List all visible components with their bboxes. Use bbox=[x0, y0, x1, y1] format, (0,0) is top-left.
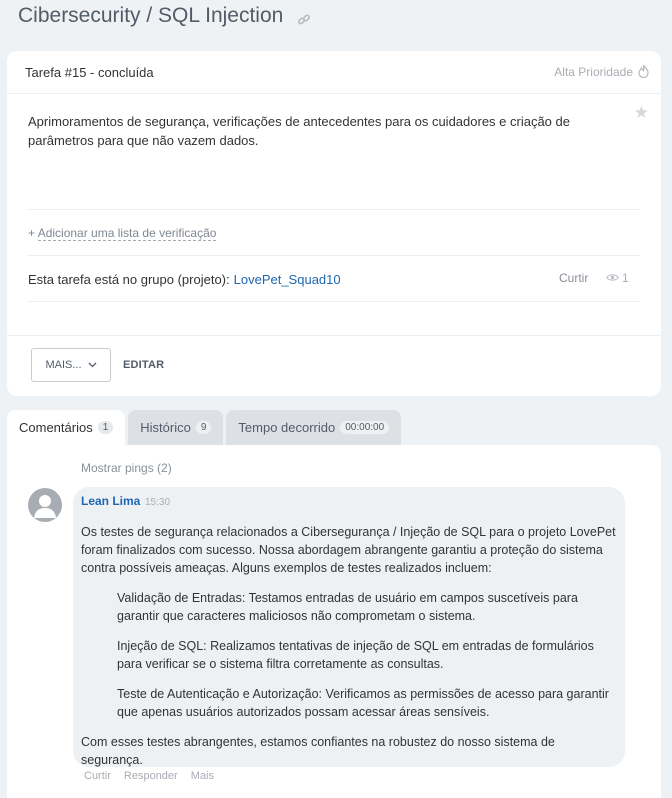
task-card: Tarefa #15 - concluída Alta Prioridade ★… bbox=[7, 51, 661, 396]
link-icon[interactable] bbox=[297, 9, 311, 25]
comment-text: Os testes de segurança relacionados a Ci… bbox=[81, 523, 617, 781]
comment-bubble: Lean Lima 15:30 Os testes de segurança r… bbox=[73, 487, 625, 767]
tab-count: 9 bbox=[195, 421, 212, 434]
comment-actions: Curtir Responder Mais bbox=[84, 770, 214, 782]
divider bbox=[27, 209, 640, 210]
add-checklist-prefix: + bbox=[28, 226, 38, 240]
comments-panel: Mostrar pings (2) Lean Lima 15:30 Os tes… bbox=[7, 445, 661, 798]
comment-point: Teste de Autenticação e Autorização: Ver… bbox=[117, 687, 609, 719]
task-header: Tarefa #15 - concluída Alta Prioridade bbox=[7, 51, 661, 94]
divider bbox=[27, 301, 640, 302]
priority-indicator[interactable]: Alta Prioridade bbox=[554, 64, 649, 81]
more-button[interactable]: MAIS... bbox=[31, 348, 111, 382]
comment-more-button[interactable]: Mais bbox=[191, 770, 214, 782]
chevron-down-icon bbox=[88, 359, 97, 371]
show-pings-link[interactable]: Mostrar pings (2) bbox=[81, 461, 172, 475]
tab-history[interactable]: Histórico 9 bbox=[128, 410, 224, 445]
tabs-bar: Comentários 1 Histórico 9 Tempo decorrid… bbox=[7, 410, 402, 445]
page-title-text: Cibersecurity / SQL Injection bbox=[18, 4, 284, 27]
tab-time-elapsed[interactable]: Tempo decorrido 00:00:00 bbox=[226, 410, 402, 445]
comment-like-button[interactable]: Curtir bbox=[84, 770, 111, 782]
views-counter: 1 bbox=[606, 271, 629, 285]
comment-point: Injeção de SQL: Realizamos tentativas de… bbox=[117, 639, 594, 671]
group-label: Esta tarefa está no grupo (projeto): bbox=[28, 272, 230, 287]
comment-reply-button[interactable]: Responder bbox=[124, 770, 178, 782]
eye-icon bbox=[606, 271, 619, 285]
more-button-label: MAIS... bbox=[45, 359, 82, 371]
flame-icon bbox=[638, 64, 649, 81]
divider bbox=[27, 255, 640, 256]
user-avatar-icon[interactable] bbox=[28, 488, 62, 522]
tab-label: Comentários bbox=[19, 420, 93, 435]
like-button[interactable]: Curtir bbox=[559, 271, 588, 285]
comment-outro: Com esses testes abrangentes, estamos co… bbox=[81, 735, 555, 767]
task-number-status: Tarefa #15 - concluída bbox=[25, 64, 154, 80]
add-checklist-link[interactable]: + Adicionar uma lista de verificação bbox=[28, 226, 217, 241]
group-info: Esta tarefa está no grupo (projeto): Love… bbox=[28, 272, 341, 287]
add-checklist-label: Adicionar uma lista de verificação bbox=[37, 226, 217, 241]
comment-point: Validação de Entradas: Testamos entradas… bbox=[117, 591, 578, 623]
tab-count: 00:00:00 bbox=[340, 421, 390, 434]
action-bar: MAIS... EDITAR bbox=[7, 335, 661, 396]
tab-label: Tempo decorrido bbox=[238, 420, 336, 435]
task-description: Aprimoramentos de segurança, verificaçõe… bbox=[28, 114, 570, 148]
comment-author[interactable]: Lean Lima bbox=[81, 494, 140, 508]
views-count: 1 bbox=[622, 271, 629, 285]
page-title: Cibersecurity / SQL Injection bbox=[18, 4, 311, 28]
tab-count: 1 bbox=[97, 421, 114, 434]
comment-intro: Os testes de segurança relacionados a Ci… bbox=[81, 525, 616, 575]
comment-time: 15:30 bbox=[145, 497, 171, 508]
priority-label: Alta Prioridade bbox=[554, 65, 633, 79]
project-link[interactable]: LovePet_Squad10 bbox=[234, 272, 341, 287]
tab-comments[interactable]: Comentários 1 bbox=[7, 410, 126, 445]
edit-button[interactable]: EDITAR bbox=[123, 359, 164, 371]
tab-label: Histórico bbox=[140, 420, 191, 435]
